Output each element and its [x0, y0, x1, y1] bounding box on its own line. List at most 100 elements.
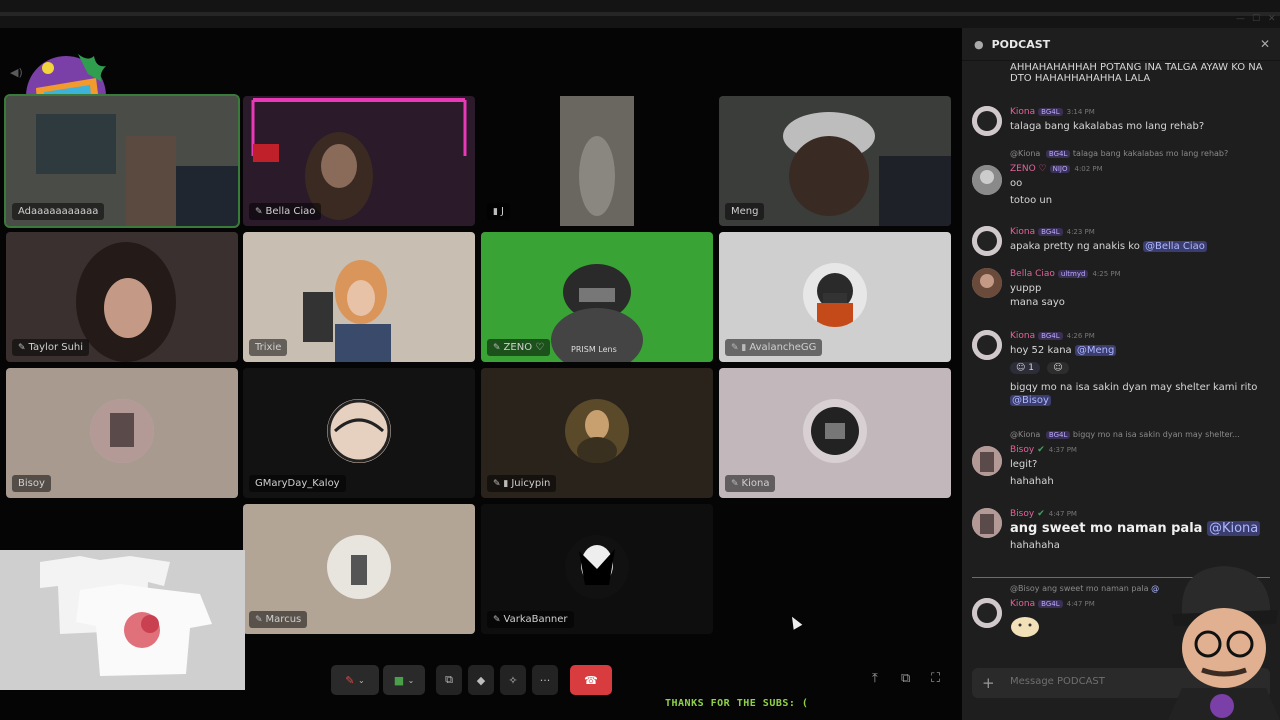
timestamp: 4:25 PM — [1092, 270, 1121, 278]
username[interactable]: Kiona — [1010, 107, 1035, 117]
soundboard-button[interactable]: ✧ — [500, 665, 526, 695]
chat-bubble-icon: ● — [974, 37, 984, 51]
video-tile[interactable]: GMaryDay_Kaloy — [243, 368, 475, 498]
mention[interactable]: @Meng — [1074, 345, 1117, 356]
share-screen-button[interactable]: ⧉ — [436, 665, 462, 695]
username[interactable]: Kiona — [1010, 331, 1035, 341]
timestamp: 4:37 PM — [1048, 446, 1077, 454]
reply-preview[interactable]: @Kiona BG4L bigqy mo na isa sakin dyan m… — [1010, 430, 1240, 439]
message-text: mana sayo — [1010, 297, 1065, 308]
timestamp: 4:47 PM — [1048, 510, 1077, 518]
activity-button[interactable]: ◆ — [468, 665, 494, 695]
message-text: AHHAHAHAHHAH POTANG INA TALGA AYAW KO NA… — [1010, 62, 1263, 84]
reply-preview[interactable]: @Kiona BG4L talaga bang kakalabas mo lan… — [1010, 149, 1228, 158]
hangup-icon: ☎ — [584, 673, 598, 687]
video-tile[interactable]: Trixie — [243, 232, 475, 362]
participant-name: ✎ ZENO ♡ — [487, 339, 551, 356]
avatar — [803, 263, 867, 327]
mention[interactable]: @Kiona — [1206, 521, 1261, 536]
reaction-row: ☺ 1 ☺ — [1010, 362, 1268, 378]
fullscreen-icon[interactable]: ⛶ — [931, 671, 940, 686]
username[interactable]: Bisoy — [1010, 445, 1034, 455]
channel-name: PODCAST — [991, 37, 1051, 51]
role-tag: BG4L — [1038, 600, 1063, 608]
mobile-icon: ▮ — [493, 207, 498, 217]
mascot-overlay — [1168, 566, 1280, 720]
mic-muted-icon: ✎ — [493, 615, 501, 625]
username[interactable]: Kiona — [1010, 599, 1035, 609]
video-tile[interactable]: ✎ ZENO ♡ PRISM Lens — [481, 232, 713, 362]
message-text: oo — [1010, 178, 1023, 189]
role-tag: BG4L — [1038, 228, 1063, 236]
verified-icon: ✔ — [1037, 509, 1045, 519]
video-tile[interactable]: ✎ ▮ AvalancheGG — [719, 232, 951, 362]
timestamp: 3:14 PM — [1066, 108, 1095, 116]
minimize-icon[interactable]: — — [1236, 14, 1245, 24]
camera-button[interactable]: ■ ⌄ — [383, 665, 425, 695]
mention[interactable]: @Bisoy — [1010, 395, 1051, 406]
video-tile[interactable]: ✎ Bella Ciao — [243, 96, 475, 226]
close-window-icon[interactable]: ✕ — [1268, 14, 1276, 24]
mic-muted-icon: ✎ — [18, 343, 26, 353]
video-tile[interactable]: ✎ Marcus — [243, 504, 475, 634]
participant-name: Bisoy — [12, 475, 51, 492]
role-tag: BG4L — [1038, 332, 1063, 340]
screen-share-icon: ⧉ — [445, 673, 453, 686]
pop-out-icon[interactable]: ⤒ — [872, 671, 878, 686]
chevron-down-icon: ⌄ — [407, 675, 415, 685]
role-tag: NIJO — [1049, 165, 1071, 173]
participant-name: GMaryDay_Kaloy — [249, 475, 346, 492]
add-reaction-icon[interactable]: ☺ — [1047, 362, 1069, 374]
avatar — [803, 399, 867, 463]
video-tile[interactable]: ✎ Kiona — [719, 368, 951, 498]
participant-name: ✎ ▮ AvalancheGG — [725, 339, 823, 356]
video-tile[interactable]: ▮ J — [481, 96, 713, 226]
video-tile[interactable]: ✎ VarkaBanner — [481, 504, 713, 634]
participant-name: ✎ Bella Ciao — [249, 203, 322, 220]
role-tag: ultmyd — [1057, 270, 1089, 278]
mic-off-icon: ✎ — [345, 673, 355, 687]
video-tile[interactable]: Adaaaaaaaaaaa — [4, 94, 240, 228]
mention[interactable]: @Bella Ciao — [1143, 241, 1207, 252]
popout-window-icon[interactable]: ⧉ — [901, 671, 910, 686]
more-options-button[interactable]: ··· — [532, 665, 558, 695]
mic-muted-icon: ✎ ▮ — [493, 479, 509, 489]
reply-preview[interactable]: @Bisoy ang sweet mo naman pala @ — [1010, 584, 1159, 593]
subs-ticker: THANKS FOR THE SUBS: ( — [665, 698, 809, 709]
video-tile[interactable]: Bisoy — [6, 368, 238, 498]
video-tile[interactable]: ✎ Taylor Suhi — [6, 232, 238, 362]
message-placeholder: Message PODCAST — [1010, 676, 1105, 687]
message-text: legit? — [1010, 459, 1038, 470]
username[interactable]: Bella Ciao — [1010, 269, 1055, 279]
message-text: hahahah — [1010, 476, 1054, 487]
timestamp: 4:26 PM — [1066, 332, 1095, 340]
timestamp: 4:02 PM — [1074, 165, 1103, 173]
maximize-icon[interactable]: ☐ — [1252, 14, 1260, 24]
video-tile[interactable]: ✎ ▮ Juicypin — [481, 368, 713, 498]
participant-name: Adaaaaaaaaaaa — [12, 203, 105, 220]
role-tag: BG4L — [1038, 108, 1063, 116]
sticker-image — [1010, 613, 1040, 637]
mute-mic-button[interactable]: ✎ ⌄ — [331, 665, 379, 695]
mic-muted-icon: ✎ — [731, 479, 739, 489]
username[interactable]: ZENO ♡ — [1010, 164, 1047, 174]
avatar — [972, 226, 1002, 256]
username[interactable]: Kiona — [1010, 227, 1035, 237]
message-text: yuppp — [1010, 283, 1042, 294]
close-icon[interactable]: ✕ — [1260, 37, 1270, 51]
participant-name: ✎ Taylor Suhi — [12, 339, 90, 356]
message-text: totoo un — [1010, 195, 1053, 206]
participant-name: ✎ Marcus — [249, 611, 308, 628]
disconnect-button[interactable]: ☎ — [570, 665, 612, 695]
reaction-chip[interactable]: ☺ 1 — [1010, 362, 1040, 374]
video-tile[interactable]: Meng — [719, 96, 951, 226]
participant-name: ✎ Kiona — [725, 475, 776, 492]
message-text: hoy 52 kana — [1010, 345, 1072, 356]
avatar — [327, 535, 391, 599]
plus-icon[interactable]: + — [982, 674, 995, 692]
avatar — [565, 535, 629, 599]
username[interactable]: Bisoy — [1010, 509, 1034, 519]
mic-muted-icon: ✎ — [255, 615, 263, 625]
window-titlebar: — ☐ ✕ — [0, 0, 1280, 28]
participant-name: ✎ ▮ Juicypin — [487, 475, 557, 492]
